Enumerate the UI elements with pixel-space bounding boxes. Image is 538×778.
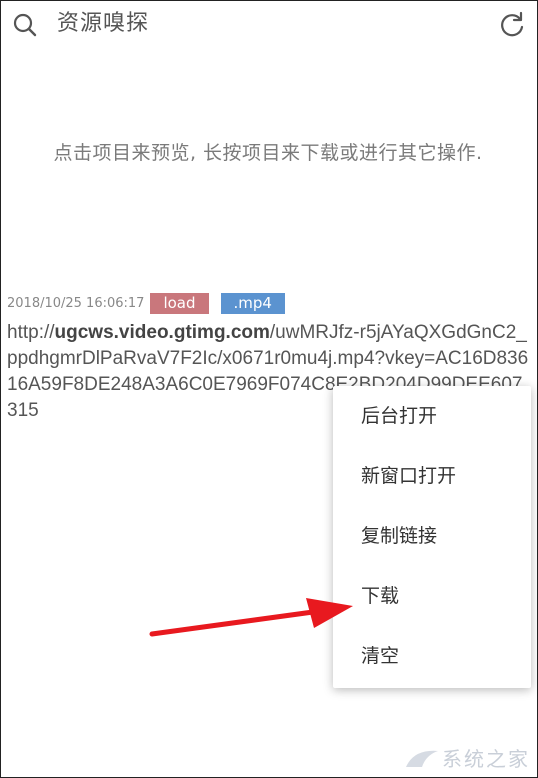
watermark: 系统之家 xyxy=(404,743,530,772)
watermark-text: 系统之家 xyxy=(442,747,530,771)
refresh-icon[interactable] xyxy=(498,11,526,39)
menu-item-copy-link[interactable]: 复制链接 xyxy=(333,506,531,566)
url-prefix: http:// xyxy=(7,322,55,343)
url-host: ugcws.video.gtimg.com xyxy=(54,322,270,343)
context-menu: 后台打开 新窗口打开 复制链接 下载 清空 xyxy=(333,386,531,688)
menu-item-background-open[interactable]: 后台打开 xyxy=(333,386,531,446)
page-title: 资源嗅探 xyxy=(57,11,150,36)
type-badge: .mp4 xyxy=(220,292,285,314)
search-icon[interactable] xyxy=(12,12,38,38)
resource-meta: 2018/10/25 16:06:17 load .mp4 xyxy=(7,292,532,314)
timestamp: 2018/10/25 16:06:17 xyxy=(7,295,145,311)
load-badge: load xyxy=(150,292,209,314)
menu-item-download[interactable]: 下载 xyxy=(333,566,531,626)
menu-item-clear[interactable]: 清空 xyxy=(333,626,531,686)
red-arrow-annotation xyxy=(149,598,353,637)
header: 资源嗅探 xyxy=(0,0,536,50)
usage-hint: 点击项目来预览, 长按项目来下载或进行其它操作. xyxy=(53,142,483,164)
watermark-logo-icon xyxy=(406,750,438,767)
menu-item-new-window[interactable]: 新窗口打开 xyxy=(333,446,531,506)
